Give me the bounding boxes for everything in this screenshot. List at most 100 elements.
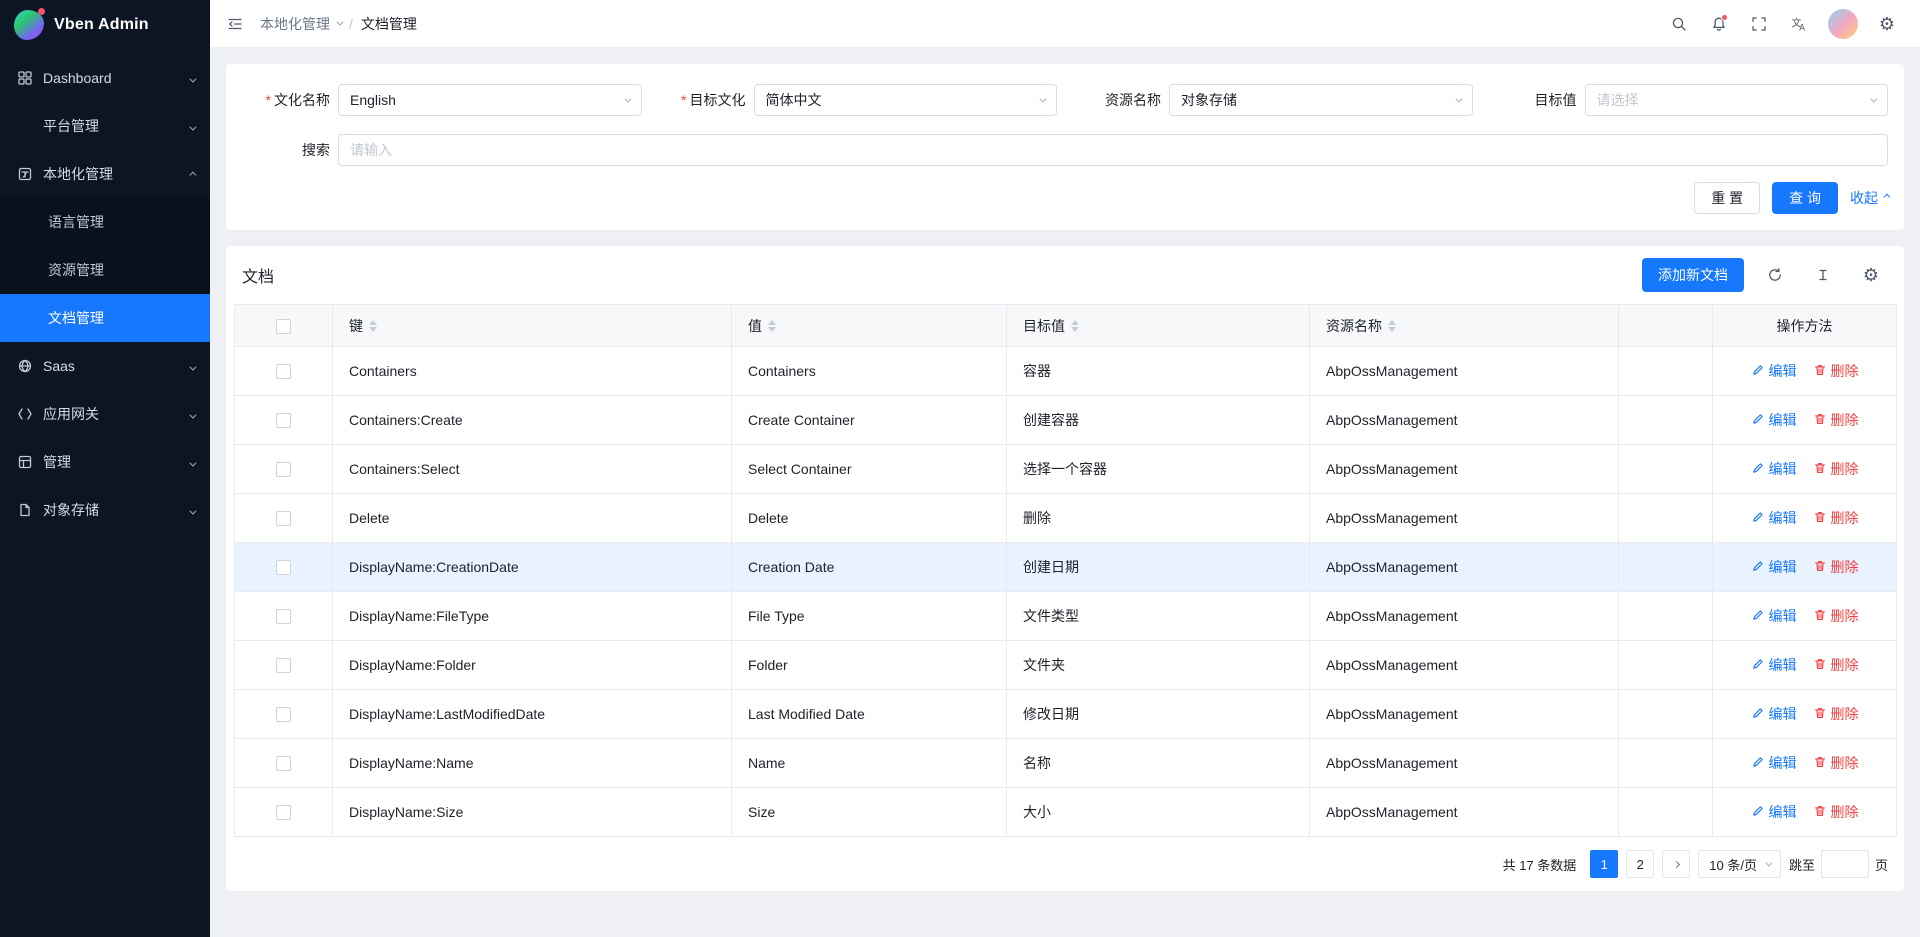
fullscreen-icon[interactable] — [1742, 7, 1776, 41]
edit-button[interactable]: 编辑 — [1751, 459, 1797, 479]
row-checkbox[interactable] — [276, 560, 291, 575]
localization-icon — [16, 166, 33, 183]
column-settings-gear-icon[interactable]: ⚙ — [1854, 258, 1888, 292]
dashboard-icon — [16, 70, 33, 87]
delete-button[interactable]: 删除 — [1813, 508, 1859, 528]
row-height-icon[interactable] — [1806, 258, 1840, 292]
sidebar-item-localization[interactable]: 本地化管理 — [0, 150, 210, 198]
target-culture-select[interactable]: 简体中文 — [754, 84, 1058, 116]
target-value-select[interactable]: 请选择 — [1585, 84, 1889, 116]
edit-button[interactable]: 编辑 — [1751, 410, 1797, 430]
settings-gear-icon[interactable]: ⚙ — [1870, 7, 1904, 41]
edit-button[interactable]: 编辑 — [1751, 802, 1797, 822]
row-checkbox[interactable] — [276, 462, 291, 477]
row-checkbox[interactable] — [276, 707, 291, 722]
refresh-icon[interactable] — [1758, 258, 1792, 292]
chevron-right-icon — [1673, 860, 1680, 867]
row-checkbox[interactable] — [276, 609, 291, 624]
row-checkbox[interactable] — [276, 364, 291, 379]
delete-button[interactable]: 删除 — [1813, 655, 1859, 675]
user-avatar[interactable] — [1828, 9, 1858, 39]
cell-key: Containers:Select — [333, 445, 732, 494]
chevron-down-icon — [189, 406, 194, 422]
sort-icon[interactable] — [1071, 320, 1079, 332]
sidebar-item-gateway[interactable]: 应用网关 — [0, 390, 210, 438]
chevron-down-icon — [189, 454, 194, 470]
sort-icon[interactable] — [1388, 320, 1396, 332]
cell-target-value: 修改日期 — [1007, 690, 1310, 739]
column-header-target: 目标值 — [1007, 305, 1310, 347]
row-checkbox[interactable] — [276, 805, 291, 820]
cell-target-value: 大小 — [1007, 788, 1310, 837]
edit-button[interactable]: 编辑 — [1751, 655, 1797, 675]
sidebar-item-storage[interactable]: 对象存储 — [0, 486, 210, 534]
notifications-bell-icon[interactable] — [1702, 7, 1736, 41]
breadcrumb: 本地化管理 / 文档管理 — [260, 14, 417, 34]
delete-button[interactable]: 删除 — [1813, 557, 1859, 577]
cell-target-value: 文件夹 — [1007, 641, 1310, 690]
delete-button[interactable]: 删除 — [1813, 361, 1859, 381]
next-page-button[interactable] — [1662, 850, 1690, 878]
collapse-filters-link[interactable]: 收起 — [1850, 188, 1888, 208]
edit-button[interactable]: 编辑 — [1751, 606, 1797, 626]
row-checkbox[interactable] — [276, 413, 291, 428]
row-checkbox[interactable] — [276, 511, 291, 526]
edit-button[interactable]: 编辑 — [1751, 557, 1797, 577]
sidebar-subitem[interactable]: 资源管理 — [0, 246, 210, 294]
add-document-button[interactable]: 添加新文档 — [1642, 258, 1744, 292]
sort-icon[interactable] — [768, 320, 776, 332]
search-icon[interactable] — [1662, 7, 1696, 41]
cell-key: Containers — [333, 347, 732, 396]
translate-icon[interactable]: 文A — [1782, 7, 1816, 41]
page-button-1[interactable]: 1 — [1590, 850, 1618, 878]
chevron-down-icon — [189, 70, 194, 86]
column-header-value: 值 — [732, 305, 1007, 347]
sidebar-item-platform[interactable]: 平台管理 — [0, 102, 210, 150]
sidebar-subitem[interactable]: 语言管理 — [0, 198, 210, 246]
select-all-checkbox[interactable] — [276, 319, 291, 334]
cell-key: DisplayName:FileType — [333, 592, 732, 641]
sidebar-item-dashboard[interactable]: Dashboard — [0, 54, 210, 102]
page-size-select[interactable]: 10 条/页 — [1698, 850, 1781, 878]
row-checkbox[interactable] — [276, 756, 291, 771]
cell-key: DisplayName:Name — [333, 739, 732, 788]
reset-button[interactable]: 重 置 — [1694, 182, 1760, 214]
sidebar-item-admin[interactable]: 管理 — [0, 438, 210, 486]
sidebar-collapse-icon[interactable] — [218, 7, 252, 41]
edit-button[interactable]: 编辑 — [1751, 753, 1797, 773]
edit-button[interactable]: 编辑 — [1751, 361, 1797, 381]
sidebar-item-saas[interactable]: Saas — [0, 342, 210, 390]
required-mark: * — [681, 92, 686, 108]
culture-name-select[interactable]: English — [338, 84, 642, 116]
column-header-key: 键 — [333, 305, 732, 347]
sort-icon[interactable] — [369, 320, 377, 332]
delete-button[interactable]: 删除 — [1813, 410, 1859, 430]
breadcrumb-parent[interactable]: 本地化管理 — [260, 14, 341, 34]
main-column: 本地化管理 / 文档管理 文A — [210, 0, 1920, 937]
row-checkbox[interactable] — [276, 658, 291, 673]
search-input[interactable] — [338, 134, 1888, 166]
app-logo[interactable]: Vben Admin — [0, 0, 210, 50]
cell-key: DisplayName:Folder — [333, 641, 732, 690]
sidebar-menu: Dashboard平台管理本地化管理语言管理资源管理文档管理Saas应用网关管理… — [0, 50, 210, 937]
trash-icon — [1813, 363, 1827, 380]
resource-name-select[interactable]: 对象存储 — [1169, 84, 1473, 116]
cell-resource-name: AbpOssManagement — [1310, 396, 1619, 445]
cell-value: Select Container — [732, 445, 1007, 494]
edit-button[interactable]: 编辑 — [1751, 508, 1797, 528]
sidebar-subitem[interactable]: 文档管理 — [0, 294, 210, 342]
delete-button[interactable]: 删除 — [1813, 753, 1859, 773]
delete-button[interactable]: 删除 — [1813, 459, 1859, 479]
page-button-2[interactable]: 2 — [1626, 850, 1654, 878]
pencil-icon — [1751, 706, 1765, 723]
query-button[interactable]: 查 询 — [1772, 182, 1838, 214]
delete-button[interactable]: 删除 — [1813, 802, 1859, 822]
trash-icon — [1813, 804, 1827, 821]
delete-button[interactable]: 删除 — [1813, 704, 1859, 724]
documents-table: 键 值 目标值 资源名称 — [234, 304, 1897, 837]
jump-page-input[interactable] — [1821, 850, 1869, 878]
table-body: ContainersContainers容器AbpOssManagement编辑… — [235, 347, 1897, 837]
table-panel: 文档 添加新文档 ⚙ — [226, 246, 1904, 891]
edit-button[interactable]: 编辑 — [1751, 704, 1797, 724]
delete-button[interactable]: 删除 — [1813, 606, 1859, 626]
